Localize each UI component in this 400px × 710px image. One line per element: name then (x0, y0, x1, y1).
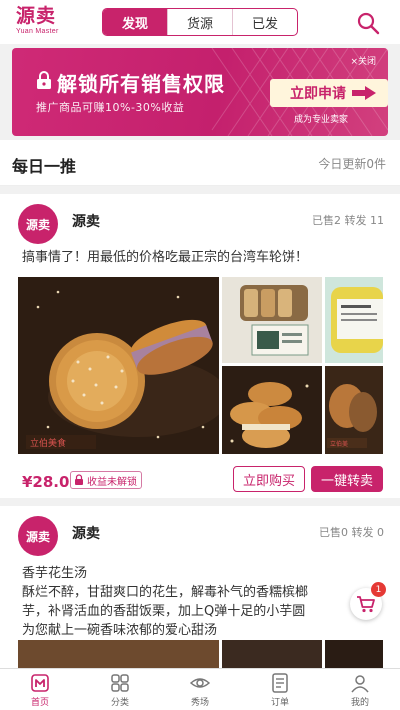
tab-category[interactable]: 分类 (80, 669, 160, 710)
tab-label: 分类 (110, 698, 129, 708)
update-count: 今日更新0件 (318, 157, 386, 171)
product-photo[interactable]: 立伯美 (325, 366, 383, 454)
tab-label: 我的 (350, 698, 369, 708)
banner-close-button[interactable]: ×关闭 (350, 54, 376, 67)
tab-showroom[interactable]: 秀场 (160, 669, 240, 710)
post-text: 搞事情了！用最低的价格吃最正宗的台湾车轮饼！ (22, 250, 309, 265)
cart-button[interactable]: 1 (350, 582, 386, 620)
post-card: 源卖 源卖 已售0 转发 0 香芋花生汤 酥烂不醉，甘甜爽口的花生，解毒补气的香… (0, 506, 400, 670)
tab-supply[interactable]: 货源 (167, 9, 232, 35)
product-photo[interactable] (325, 640, 383, 670)
shop-name[interactable]: 源卖 (72, 211, 100, 231)
top-tab-switcher: 发现 货源 已发 (102, 8, 298, 36)
bottom-tab-bar: 首页 分类 秀场 订单 我的 (0, 668, 400, 710)
logo-text: 源卖 (16, 5, 57, 27)
section-title: 每日一推 (12, 157, 77, 176)
tab-home[interactable]: 首页 (0, 669, 80, 710)
arrow-right-icon (352, 86, 376, 100)
one-click-resell-button[interactable]: 一键转卖 (311, 466, 383, 492)
order-icon (272, 673, 288, 693)
post-text: 香芋花生汤 酥烂不醉，甘甜爽口的花生，解毒补气的香糯槟榔 芋，补肾活血的香甜饭栗… (22, 564, 384, 640)
tab-label: 秀场 (190, 698, 209, 708)
user-icon (351, 675, 369, 693)
tab-profile[interactable]: 我的 (320, 669, 400, 710)
app-logo: 源卖 Yuan Master (16, 5, 78, 39)
post-stats: 已售2 转发 11 (312, 214, 384, 227)
post-card: 源卖 源卖 已售2 转发 11 搞事情了！用最低的价格吃最正宗的台湾车轮饼！ 立… (0, 194, 400, 498)
apply-now-button[interactable]: 立即申请 (270, 79, 388, 107)
banner-note: 成为专业卖家 (294, 115, 349, 125)
product-photo[interactable] (222, 366, 322, 454)
earnings-locked-badge[interactable]: 收益未解锁 (70, 471, 142, 489)
avatar[interactable]: 源卖 (18, 516, 58, 556)
avatar[interactable]: 源卖 (18, 204, 58, 244)
unlock-banner[interactable]: ×关闭 解锁所有销售权限 推广商品可赚10%-30%收益 立即申请 成为专业卖家 (12, 48, 388, 136)
app-screen: 源卖 Yuan Master 发现 货源 已发 ×关闭 解锁所有销售权限 推广商… (0, 0, 400, 710)
eye-icon (189, 678, 211, 688)
category-icon (111, 674, 129, 692)
post-text-line: 为您献上一碗香味浓郁的爱心甜汤 (22, 623, 218, 638)
product-photo[interactable] (222, 277, 322, 363)
daily-recommend-header: 每日一推 今日更新0件 (0, 140, 400, 186)
lock-icon (75, 474, 83, 485)
shop-name[interactable]: 源卖 (72, 523, 100, 543)
price: ¥28.0 (22, 473, 70, 491)
tab-orders[interactable]: 订单 (240, 669, 320, 710)
svg-text:立伯美: 立伯美 (330, 440, 348, 448)
product-photo[interactable] (18, 640, 219, 670)
banner-description: 推广商品可赚10%-30%收益 (36, 101, 185, 114)
lock-icon (37, 71, 51, 89)
banner-title: 解锁所有销售权限 (57, 72, 225, 96)
product-photo-main[interactable]: 立伯美食 (18, 277, 219, 454)
search-icon[interactable] (356, 11, 380, 35)
product-photo[interactable] (222, 640, 322, 670)
tab-label: 订单 (270, 698, 289, 708)
tab-label: 首页 (30, 698, 49, 708)
tab-posted[interactable]: 已发 (232, 9, 297, 35)
logo-subtitle: Yuan Master (16, 28, 59, 35)
post-text-line: 芋，补肾活血的香甜饭栗，加上Q弹十足的小芋圆 (22, 604, 306, 619)
buy-now-button[interactable]: 立即购买 (233, 466, 305, 492)
tab-discover[interactable]: 发现 (103, 9, 167, 35)
post-stats: 已售0 转发 0 (319, 526, 384, 539)
product-photo[interactable] (325, 277, 383, 363)
svg-text:立伯美食: 立伯美食 (30, 437, 66, 449)
apply-now-label: 立即申请 (290, 86, 346, 102)
earnings-locked-label: 收益未解锁 (87, 476, 137, 488)
post-text-line: 酥烂不醉，甘甜爽口的花生，解毒补气的香糯槟榔 (22, 585, 309, 600)
home-icon (31, 674, 49, 692)
post-text-line: 香芋花生汤 (22, 566, 88, 581)
top-bar: 源卖 Yuan Master 发现 货源 已发 (0, 0, 400, 44)
cart-icon (357, 596, 375, 613)
cart-count-badge: 1 (371, 582, 386, 597)
